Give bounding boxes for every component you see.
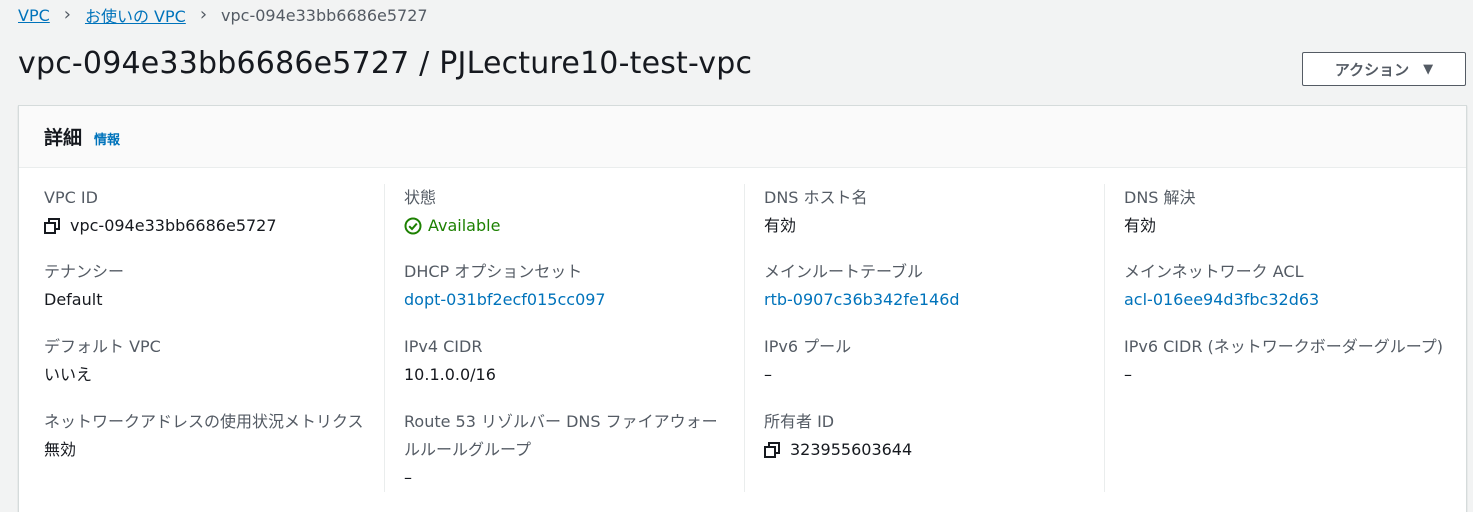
breadcrumb-your-vpcs-link[interactable]: お使いの VPC <box>85 3 186 27</box>
details-column-1: VPC ID vpc-094e33bb6686e5727 テナンシー Defau… <box>44 184 385 492</box>
field-label: ネットワークアドレスの使用状況メトリクス <box>44 412 364 431</box>
field-network-address-metrics: ネットワークアドレスの使用状況メトリクス 無効 <box>44 408 364 464</box>
details-column-4: DNS 解決 有効 メインネットワーク ACL acl-016ee94d3fbc… <box>1124 184 1464 492</box>
field-label: メインネットワーク ACL <box>1124 262 1304 281</box>
field-value: いいえ <box>44 365 93 384</box>
field-dns-resolution: DNS 解決 有効 <box>1124 184 1444 240</box>
chevron-right-icon: › <box>63 4 71 25</box>
field-ipv4-cidr: IPv4 CIDR 10.1.0.0/16 <box>404 333 724 389</box>
field-state: 状態 Available <box>404 184 724 240</box>
field-value: 有効 <box>764 216 797 235</box>
state-value: Available <box>428 216 501 235</box>
field-label: IPv6 プール <box>764 337 852 356</box>
breadcrumb: VPC › お使いの VPC › vpc-094e33bb6686e5727 <box>18 3 428 27</box>
field-value: vpc-094e33bb6686e5727 <box>44 212 364 240</box>
copy-icon[interactable] <box>44 218 60 234</box>
field-label: テナンシー <box>44 262 125 281</box>
owner-id-value: 323955603644 <box>790 440 913 459</box>
field-value: – <box>404 468 412 487</box>
details-panel-title: 詳細 <box>44 127 83 149</box>
field-ipv6-cidr-border-group: IPv6 CIDR (ネットワークボーダーグループ) – <box>1124 333 1444 389</box>
field-value: 有効 <box>1124 216 1157 235</box>
actions-button-label: アクション <box>1334 60 1410 79</box>
field-label: DNS 解決 <box>1124 188 1196 207</box>
caret-down-icon: ▼ <box>1423 61 1434 77</box>
field-value: – <box>1124 365 1132 384</box>
field-vpc-id: VPC ID vpc-094e33bb6686e5727 <box>44 184 364 240</box>
details-panel-header: 詳細 情報 <box>19 106 1466 168</box>
field-main-network-acl: メインネットワーク ACL acl-016ee94d3fbc32d63 <box>1124 258 1444 314</box>
field-label: Route 53 リゾルバー DNS ファイアウォールルールグループ <box>404 412 718 459</box>
field-value: Default <box>44 290 103 309</box>
field-label: IPv4 CIDR <box>404 337 483 356</box>
field-tenancy: テナンシー Default <box>44 258 364 314</box>
field-label: 所有者 ID <box>764 412 835 431</box>
field-label: デフォルト VPC <box>44 337 161 356</box>
copy-icon[interactable] <box>764 442 780 458</box>
details-column-3: DNS ホスト名 有効 メインルートテーブル rtb-0907c36b342fe… <box>764 184 1105 492</box>
vpc-id-value: vpc-094e33bb6686e5727 <box>70 216 277 235</box>
field-value: 323955603644 <box>764 436 1084 464</box>
field-label: VPC ID <box>44 188 98 207</box>
dhcp-options-link[interactable]: dopt-031bf2ecf015cc097 <box>404 286 724 314</box>
field-label: IPv6 CIDR (ネットワークボーダーグループ) <box>1124 337 1444 356</box>
field-dns-hostnames: DNS ホスト名 有効 <box>764 184 1084 240</box>
field-default-vpc: デフォルト VPC いいえ <box>44 333 364 389</box>
field-value: – <box>764 365 772 384</box>
page-title: vpc-094e33bb6686e5727 / PJLecture10-test… <box>18 46 753 81</box>
field-owner-id: 所有者 ID 323955603644 <box>764 408 1084 464</box>
field-main-route-table: メインルートテーブル rtb-0907c36b342fe146d <box>764 258 1084 314</box>
main-network-acl-link[interactable]: acl-016ee94d3fbc32d63 <box>1124 286 1444 314</box>
field-dhcp-options: DHCP オプションセット dopt-031bf2ecf015cc097 <box>404 258 724 314</box>
field-label: DHCP オプションセット <box>404 262 583 281</box>
field-route53-firewall: Route 53 リゾルバー DNS ファイアウォールルールグループ – <box>404 408 724 492</box>
details-columns: VPC ID vpc-094e33bb6686e5727 テナンシー Defau… <box>19 184 1466 512</box>
details-panel: 詳細 情報 VPC ID vpc-094e33bb6686e5727 テナンシー… <box>18 105 1467 512</box>
actions-button[interactable]: アクション ▼ <box>1302 52 1466 86</box>
field-ipv6-pool: IPv6 プール – <box>764 333 1084 389</box>
main-route-table-link[interactable]: rtb-0907c36b342fe146d <box>764 286 1084 314</box>
field-label: DNS ホスト名 <box>764 188 868 207</box>
field-value: 10.1.0.0/16 <box>404 365 496 384</box>
details-column-2: 状態 Available DHCP オプションセット dopt-031bf2ec… <box>404 184 745 492</box>
breadcrumb-vpc-link[interactable]: VPC <box>18 6 50 25</box>
field-value: Available <box>404 212 724 240</box>
info-link[interactable]: 情報 <box>94 129 120 148</box>
field-label: メインルートテーブル <box>764 262 924 281</box>
field-label: 状態 <box>404 188 437 207</box>
field-value: 無効 <box>44 440 77 459</box>
chevron-right-icon: › <box>199 4 208 25</box>
breadcrumb-current: vpc-094e33bb6686e5727 <box>221 5 428 25</box>
check-circle-icon <box>404 217 422 235</box>
